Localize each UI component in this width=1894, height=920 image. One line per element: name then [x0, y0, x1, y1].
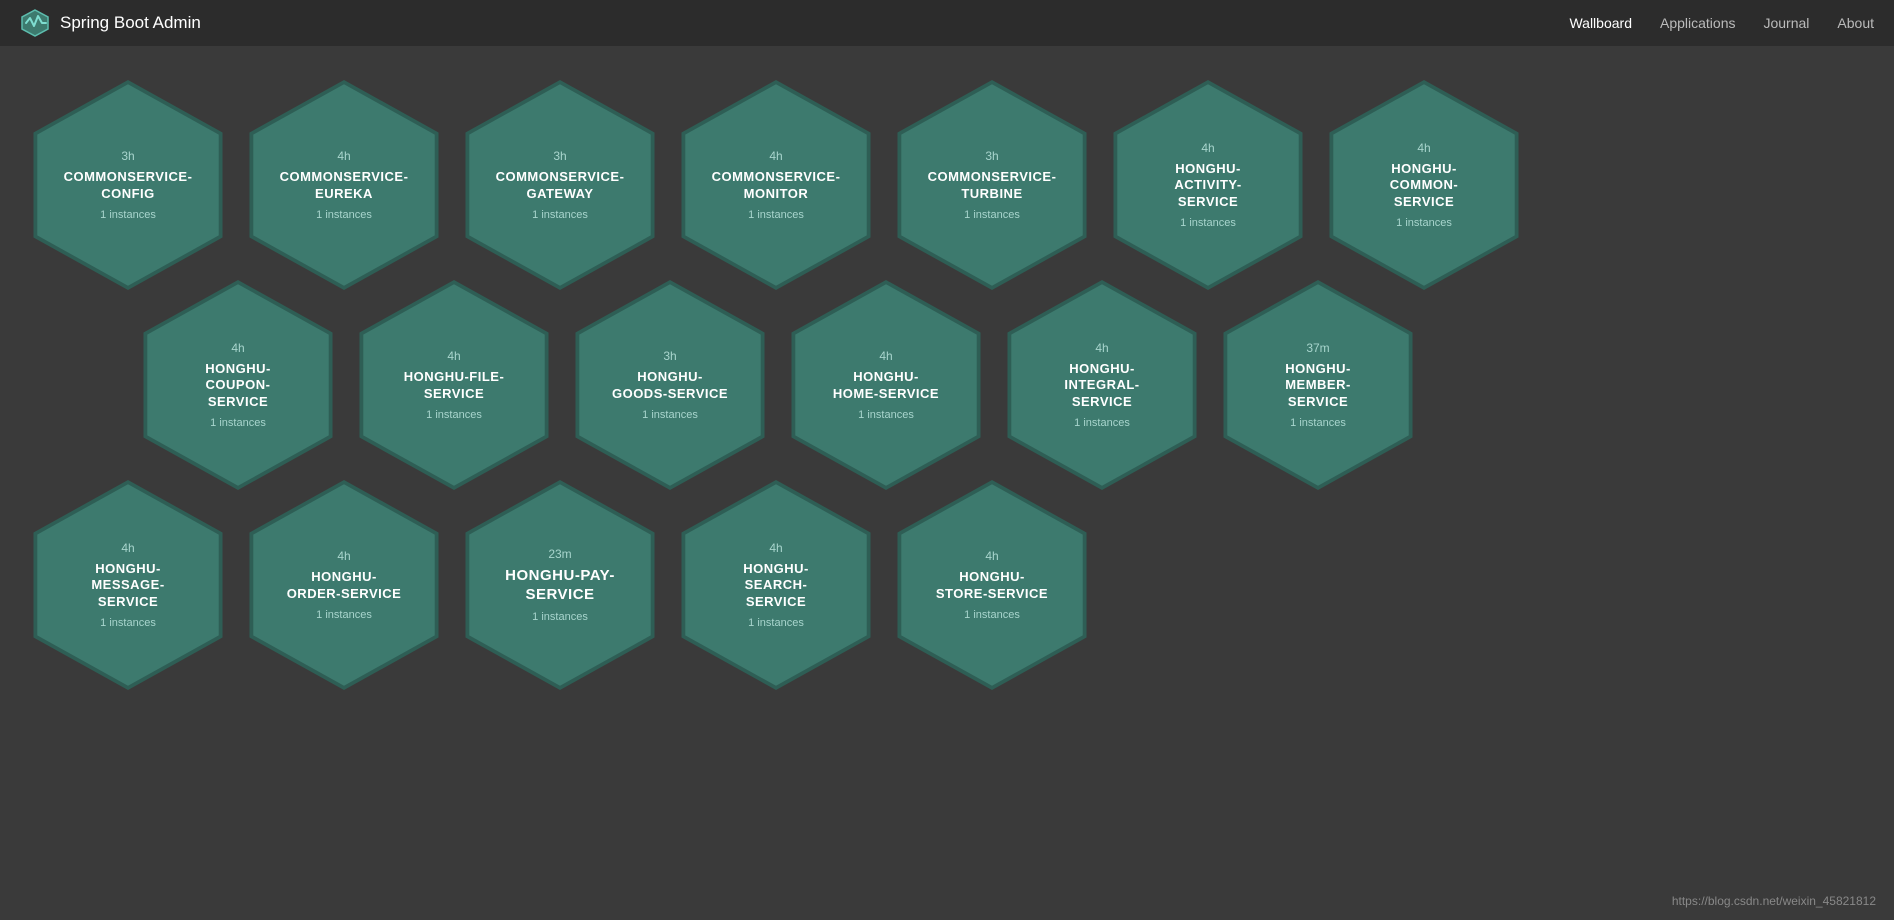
- hex-item[interactable]: 4h HONGHU-ORDER-SERVICE 1 instances: [239, 480, 449, 690]
- hex-item[interactable]: 4h HONGHU-INTEGRAL-SERVICE 1 instances: [997, 280, 1207, 490]
- hex-item[interactable]: 4h COMMONSERVICE-MONITOR 1 instances: [671, 80, 881, 290]
- hex-item[interactable]: 4h HONGHU-ACTIVITY-SERVICE 1 instances: [1103, 80, 1313, 290]
- hex-time: 4h: [337, 149, 350, 163]
- hex-instances: 1 instances: [1290, 417, 1346, 429]
- hex-time: 3h: [121, 149, 134, 163]
- hex-instances: 1 instances: [748, 617, 804, 629]
- hex-row-2: 4h HONGHU-MESSAGE-SERVICE 1 instances 4h HON…: [20, 476, 1874, 694]
- hex-grid: 3h COMMONSERVICE-CONFIG 1 instances 4h COMMO…: [20, 76, 1874, 676]
- hex-time: 4h: [1417, 141, 1430, 155]
- hex-instances: 1 instances: [964, 209, 1020, 221]
- hex-time: 4h: [337, 549, 350, 563]
- hex-instances: 1 instances: [100, 209, 156, 221]
- hex-name: COMMONSERVICE-MONITOR: [712, 169, 841, 202]
- hex-item[interactable]: 3h COMMONSERVICE-CONFIG 1 instances: [23, 80, 233, 290]
- hex-item[interactable]: 4h HONGHU-STORE-SERVICE 1 instances: [887, 480, 1097, 690]
- hex-instances: 1 instances: [748, 209, 804, 221]
- nav-link-applications[interactable]: Applications: [1660, 15, 1736, 31]
- hex-instances: 1 instances: [1180, 217, 1236, 229]
- brand: Spring Boot Admin: [20, 8, 201, 38]
- hex-name: HONGHU-FILE-SERVICE: [404, 369, 505, 402]
- hex-name: COMMONSERVICE-EUREKA: [280, 169, 409, 202]
- hex-time: 23m: [548, 547, 571, 561]
- hex-name: COMMONSERVICE-CONFIG: [64, 169, 193, 202]
- hex-time: 4h: [1095, 341, 1108, 355]
- hex-instances: 1 instances: [316, 209, 372, 221]
- hex-time: 37m: [1306, 341, 1329, 355]
- hex-item[interactable]: 4h HONGHU-SEARCH-SERVICE 1 instances: [671, 480, 881, 690]
- hex-time: 3h: [553, 149, 566, 163]
- hex-name: HONGHU-COUPON-SERVICE: [205, 361, 271, 410]
- hex-instances: 1 instances: [316, 609, 372, 621]
- hex-name: HONGHU-SEARCH-SERVICE: [743, 561, 809, 610]
- hex-row-0: 3h COMMONSERVICE-CONFIG 1 instances 4h COMMO…: [20, 76, 1874, 294]
- hex-time: 3h: [663, 349, 676, 363]
- hex-time: 4h: [121, 541, 134, 555]
- brand-icon: [20, 8, 50, 38]
- hex-item[interactable]: 4h HONGHU-FILE-SERVICE 1 instances: [349, 280, 559, 490]
- nav-link-wallboard[interactable]: Wallboard: [1569, 15, 1632, 31]
- hex-item[interactable]: 23m HONGHU-PAY-SERVICE 1 instances: [455, 480, 665, 690]
- hex-instances: 1 instances: [532, 611, 588, 623]
- hex-name: HONGHU-HOME-SERVICE: [833, 369, 939, 402]
- hex-item[interactable]: 4h HONGHU-HOME-SERVICE 1 instances: [781, 280, 991, 490]
- hex-time: 4h: [447, 349, 460, 363]
- hex-instances: 1 instances: [964, 609, 1020, 621]
- hex-item[interactable]: 37m HONGHU-MEMBER-SERVICE 1 instances: [1213, 280, 1423, 490]
- nav-link-about[interactable]: About: [1837, 15, 1874, 31]
- footer-note: https://blog.csdn.net/weixin_45821812: [1672, 894, 1876, 908]
- hex-item[interactable]: 3h HONGHU-GOODS-SERVICE 1 instances: [565, 280, 775, 490]
- hex-item[interactable]: 3h COMMONSERVICE-GATEWAY 1 instances: [455, 80, 665, 290]
- nav-links: Wallboard Applications Journal About: [1569, 15, 1874, 31]
- hex-name: HONGHU-INTEGRAL-SERVICE: [1064, 361, 1139, 410]
- hex-row-1: 4h HONGHU-COUPON-SERVICE 1 instances 4h HONG…: [130, 276, 1874, 494]
- hex-time: 4h: [769, 541, 782, 555]
- hex-name: HONGHU-MESSAGE-SERVICE: [91, 561, 164, 610]
- hex-item[interactable]: 3h COMMONSERVICE-TURBINE 1 instances: [887, 80, 1097, 290]
- hex-time: 4h: [985, 549, 998, 563]
- hex-instances: 1 instances: [858, 409, 914, 421]
- hex-item[interactable]: 4h HONGHU-COUPON-SERVICE 1 instances: [133, 280, 343, 490]
- hex-name: HONGHU-STORE-SERVICE: [936, 569, 1048, 602]
- hex-instances: 1 instances: [210, 417, 266, 429]
- hex-item[interactable]: 4h HONGHU-MESSAGE-SERVICE 1 instances: [23, 480, 233, 690]
- hex-time: 3h: [985, 149, 998, 163]
- hex-time: 4h: [231, 341, 244, 355]
- hex-name: HONGHU-ACTIVITY-SERVICE: [1174, 161, 1241, 210]
- nav-link-journal[interactable]: Journal: [1763, 15, 1809, 31]
- hex-instances: 1 instances: [1396, 217, 1452, 229]
- hex-item[interactable]: 4h HONGHU-COMMON-SERVICE 1 instances: [1319, 80, 1529, 290]
- hex-name: HONGHU-GOODS-SERVICE: [612, 369, 728, 402]
- hex-time: 4h: [879, 349, 892, 363]
- navbar: Spring Boot Admin Wallboard Applications J…: [0, 0, 1894, 46]
- hex-instances: 1 instances: [532, 209, 588, 221]
- hex-instances: 1 instances: [642, 409, 698, 421]
- hex-name: HONGHU-COMMON-SERVICE: [1390, 161, 1459, 210]
- hex-name: COMMONSERVICE-TURBINE: [928, 169, 1057, 202]
- hex-instances: 1 instances: [100, 617, 156, 629]
- hex-item[interactable]: 4h COMMONSERVICE-EUREKA 1 instances: [239, 80, 449, 290]
- hex-name: HONGHU-ORDER-SERVICE: [287, 569, 402, 602]
- hex-instances: 1 instances: [426, 409, 482, 421]
- hex-name: HONGHU-MEMBER-SERVICE: [1285, 361, 1351, 410]
- hex-instances: 1 instances: [1074, 417, 1130, 429]
- wallboard: 3h COMMONSERVICE-CONFIG 1 instances 4h COMMO…: [0, 46, 1894, 696]
- brand-title: Spring Boot Admin: [60, 13, 201, 33]
- hex-time: 4h: [1201, 141, 1214, 155]
- hex-name: COMMONSERVICE-GATEWAY: [496, 169, 625, 202]
- hex-name: HONGHU-PAY-SERVICE: [505, 567, 615, 605]
- hex-time: 4h: [769, 149, 782, 163]
